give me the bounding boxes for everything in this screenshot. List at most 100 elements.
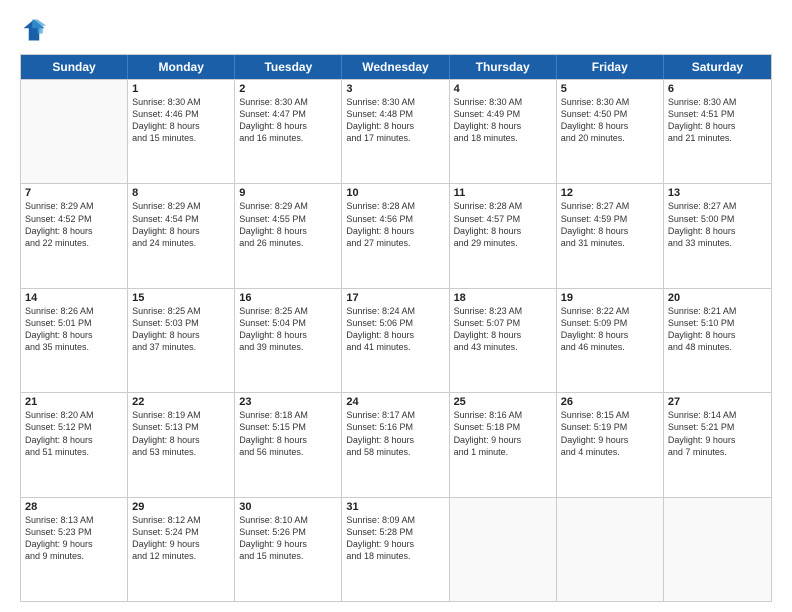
day-number: 7 [25,187,123,199]
cell-info-line: and 15 minutes. [239,550,337,562]
day-number: 18 [454,292,552,304]
calendar-header: SundayMondayTuesdayWednesdayThursdayFrid… [21,55,771,79]
cell-info-line: and 22 minutes. [25,237,123,249]
cell-info-line: Daylight: 8 hours [239,434,337,446]
day-number: 30 [239,501,337,513]
cell-info-line: Sunset: 5:18 PM [454,421,552,433]
cell-info-line: and 56 minutes. [239,446,337,458]
cell-info-line: Daylight: 8 hours [454,329,552,341]
cell-info-line: Daylight: 8 hours [668,225,767,237]
cell-info-line: Sunrise: 8:12 AM [132,514,230,526]
cell-info-line: and 41 minutes. [346,341,444,353]
cell-info-line: Daylight: 8 hours [25,329,123,341]
cell-info-line: and 46 minutes. [561,341,659,353]
cell-info-line: Sunrise: 8:25 AM [239,305,337,317]
cell-info-line: Sunrise: 8:20 AM [25,409,123,421]
empty-cell [664,498,771,601]
cell-info-line: Daylight: 8 hours [132,434,230,446]
day-number: 9 [239,187,337,199]
day-number: 31 [346,501,444,513]
cell-info-line: Sunset: 4:54 PM [132,213,230,225]
cell-info-line: and 37 minutes. [132,341,230,353]
calendar-week-3: 14Sunrise: 8:26 AMSunset: 5:01 PMDayligh… [21,288,771,392]
day-cell-14: 14Sunrise: 8:26 AMSunset: 5:01 PMDayligh… [21,289,128,392]
logo-icon [20,16,48,44]
day-number: 4 [454,83,552,95]
day-number: 6 [668,83,767,95]
day-number: 21 [25,396,123,408]
cell-info-line: and 29 minutes. [454,237,552,249]
cell-info-line: Daylight: 9 hours [239,538,337,550]
day-cell-7: 7Sunrise: 8:29 AMSunset: 4:52 PMDaylight… [21,184,128,287]
cell-info-line: Sunrise: 8:15 AM [561,409,659,421]
day-cell-19: 19Sunrise: 8:22 AMSunset: 5:09 PMDayligh… [557,289,664,392]
cell-info-line: and 24 minutes. [132,237,230,249]
cell-info-line: Sunrise: 8:18 AM [239,409,337,421]
cell-info-line: Sunrise: 8:17 AM [346,409,444,421]
day-cell-9: 9Sunrise: 8:29 AMSunset: 4:55 PMDaylight… [235,184,342,287]
cell-info-line: Daylight: 8 hours [561,225,659,237]
day-cell-31: 31Sunrise: 8:09 AMSunset: 5:28 PMDayligh… [342,498,449,601]
cell-info-line: Sunset: 5:07 PM [454,317,552,329]
calendar-week-4: 21Sunrise: 8:20 AMSunset: 5:12 PMDayligh… [21,392,771,496]
cell-info-line: Sunset: 5:06 PM [346,317,444,329]
cell-info-line: Sunset: 4:59 PM [561,213,659,225]
cell-info-line: Daylight: 8 hours [454,120,552,132]
cell-info-line: Sunrise: 8:19 AM [132,409,230,421]
cell-info-line: Sunrise: 8:14 AM [668,409,767,421]
cell-info-line: and 53 minutes. [132,446,230,458]
cell-info-line: Sunrise: 8:16 AM [454,409,552,421]
cell-info-line: Sunset: 5:19 PM [561,421,659,433]
cell-info-line: and 16 minutes. [239,132,337,144]
cell-info-line: Sunset: 5:00 PM [668,213,767,225]
day-cell-26: 26Sunrise: 8:15 AMSunset: 5:19 PMDayligh… [557,393,664,496]
cell-info-line: Sunset: 4:48 PM [346,108,444,120]
day-number: 10 [346,187,444,199]
day-number: 19 [561,292,659,304]
day-number: 26 [561,396,659,408]
cell-info-line: Daylight: 8 hours [25,225,123,237]
cell-info-line: Sunrise: 8:23 AM [454,305,552,317]
day-number: 1 [132,83,230,95]
cell-info-line: Daylight: 8 hours [132,329,230,341]
day-header-monday: Monday [128,55,235,79]
calendar-body: 1Sunrise: 8:30 AMSunset: 4:46 PM Daylight… [21,79,771,601]
day-number: 12 [561,187,659,199]
cell-info-line: Daylight: 9 hours [346,538,444,550]
cell-info-line: and 7 minutes. [668,446,767,458]
day-number: 28 [25,501,123,513]
cell-info-line: and 1 minute. [454,446,552,458]
cell-info-line: and 33 minutes. [668,237,767,249]
cell-info-line: Sunrise: 8:27 AM [668,200,767,212]
cell-info-line: Sunrise: 8:25 AM [132,305,230,317]
cell-info-line: Sunrise: 8:21 AM [668,305,767,317]
cell-info-line: and 35 minutes. [25,341,123,353]
day-cell-25: 25Sunrise: 8:16 AMSunset: 5:18 PMDayligh… [450,393,557,496]
cell-info-line: Sunset: 4:47 PM [239,108,337,120]
cell-info-line: Sunset: 5:15 PM [239,421,337,433]
cell-info-line: Sunrise: 8:30 AM [132,96,230,108]
calendar-week-1: 1Sunrise: 8:30 AMSunset: 4:46 PM Daylight… [21,79,771,183]
cell-info-line: Sunset: 4:46 PM [132,108,230,120]
cell-info-line: Sunset: 5:21 PM [668,421,767,433]
cell-info-line: Sunset: 4:49 PM [454,108,552,120]
cell-info-line: Daylight: 8 hours [346,434,444,446]
day-cell-5: 5Sunrise: 8:30 AMSunset: 4:50 PMDaylight… [557,80,664,183]
cell-info-line: Sunset: 4:50 PM [561,108,659,120]
cell-info-line: Daylight: 8 hours [454,225,552,237]
day-cell-22: 22Sunrise: 8:19 AMSunset: 5:13 PMDayligh… [128,393,235,496]
cell-info-line: Daylight: 8 hours [668,120,767,132]
day-header-sunday: Sunday [21,55,128,79]
cell-info-line: Sunset: 5:04 PM [239,317,337,329]
cell-info-line: Sunrise: 8:29 AM [132,200,230,212]
cell-info-line: and 18 minutes. [454,132,552,144]
day-number: 20 [668,292,767,304]
day-cell-6: 6Sunrise: 8:30 AMSunset: 4:51 PMDaylight… [664,80,771,183]
cell-info-line: and 18 minutes. [346,550,444,562]
day-cell-16: 16Sunrise: 8:25 AMSunset: 5:04 PMDayligh… [235,289,342,392]
day-cell-1: 1Sunrise: 8:30 AMSunset: 4:46 PMDaylight… [128,80,235,183]
day-header-tuesday: Tuesday [235,55,342,79]
day-header-friday: Friday [557,55,664,79]
day-number: 5 [561,83,659,95]
logo [20,16,52,44]
